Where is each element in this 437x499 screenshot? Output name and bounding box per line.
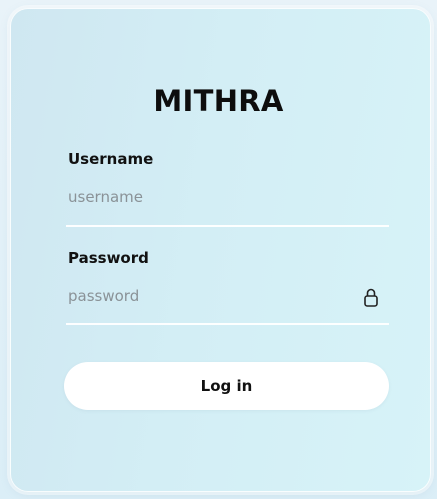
password-underline xyxy=(66,323,389,325)
username-input[interactable] xyxy=(68,186,368,208)
login-button[interactable]: Log in xyxy=(64,362,389,410)
login-screen: MITHRA Username Password Log in xyxy=(0,0,437,499)
lock-icon-glyph xyxy=(364,288,378,307)
password-label: Password xyxy=(68,249,149,267)
lock-icon[interactable] xyxy=(364,287,378,307)
username-underline xyxy=(66,225,389,227)
app-title: MITHRA xyxy=(153,84,284,118)
username-label: Username xyxy=(68,150,154,168)
password-input[interactable] xyxy=(68,285,348,307)
